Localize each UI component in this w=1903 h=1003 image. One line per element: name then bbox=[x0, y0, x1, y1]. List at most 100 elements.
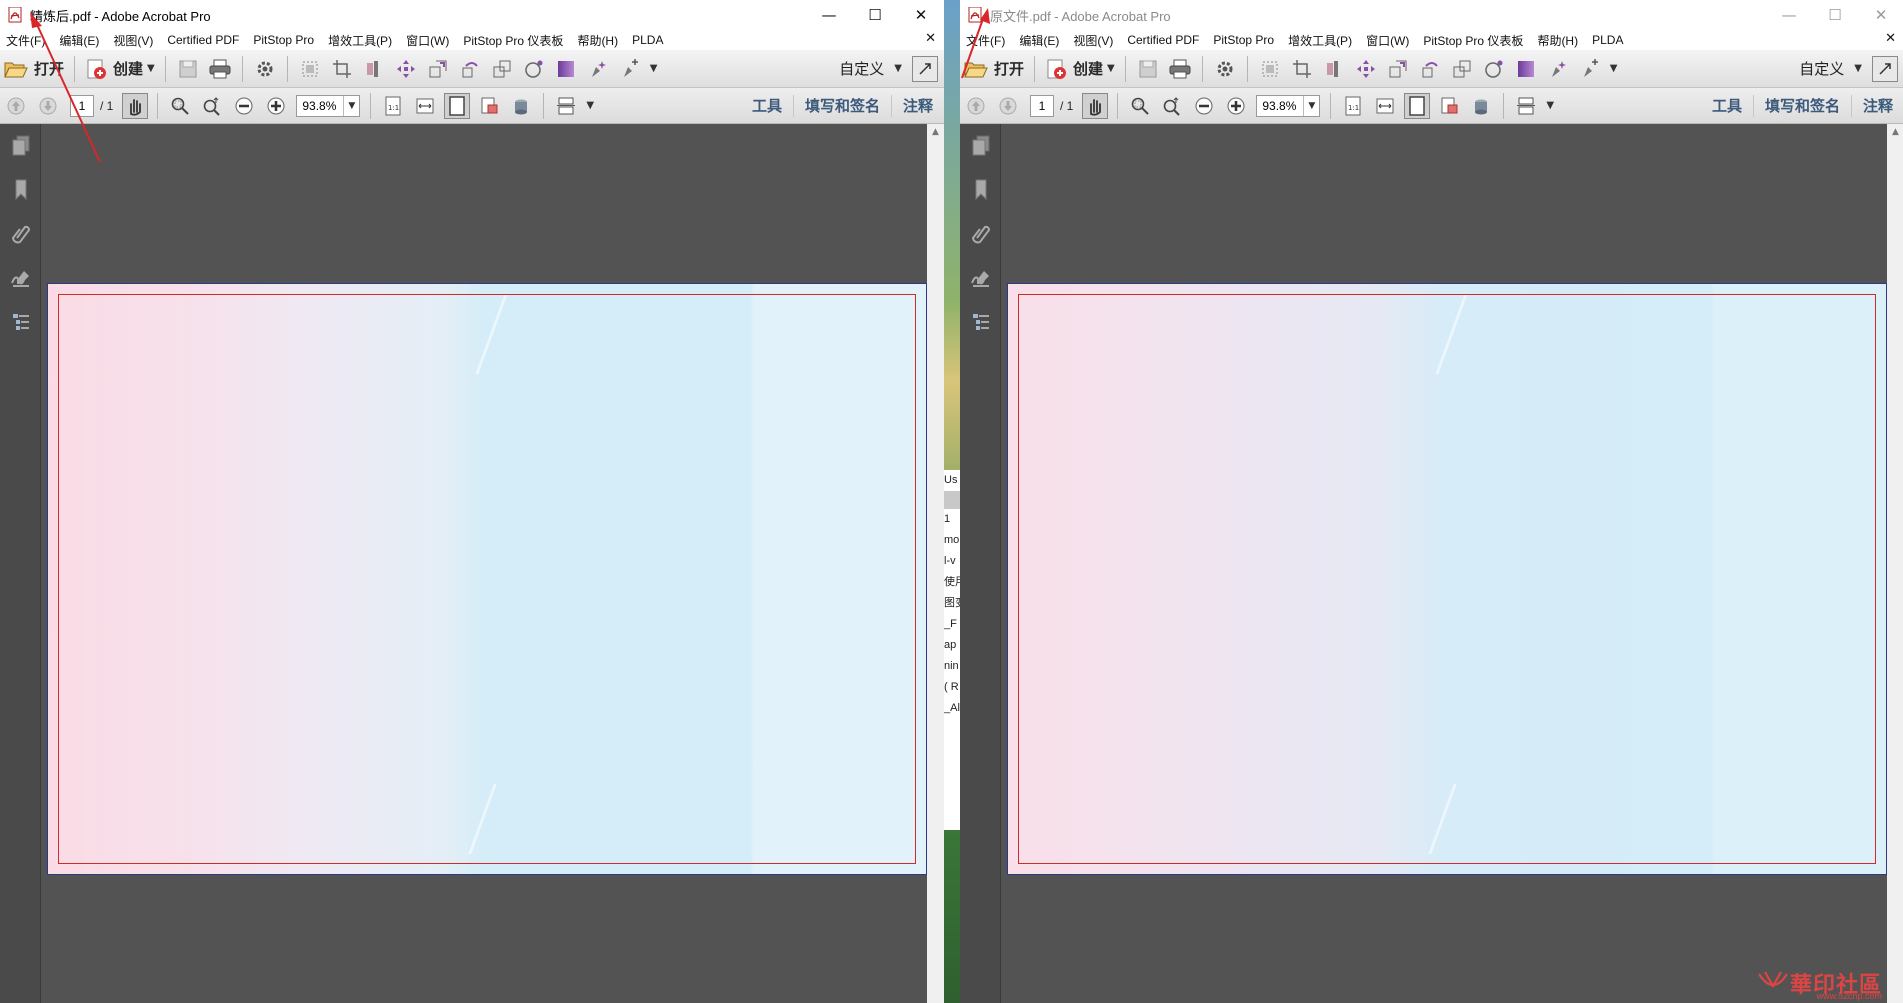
layers-icon[interactable] bbox=[1385, 56, 1411, 82]
minimize-button[interactable]: — bbox=[806, 0, 852, 30]
signatures-icon[interactable] bbox=[0, 256, 41, 300]
pen-tool-icon[interactable] bbox=[585, 56, 611, 82]
expand-view-icon[interactable] bbox=[1872, 55, 1898, 82]
move-object-icon[interactable] bbox=[393, 56, 419, 82]
menu-plugins[interactable]: 增效工具(P) bbox=[1281, 32, 1359, 49]
menu-pitstop-dashboard[interactable]: PitStop Pro 仪表板 bbox=[456, 32, 570, 49]
customize-dropdown[interactable]: 自定义 ▼ bbox=[1789, 58, 1872, 79]
minimize-button[interactable]: — bbox=[1766, 0, 1812, 30]
anchor-point-icon[interactable] bbox=[617, 56, 643, 82]
settings-gear-icon[interactable] bbox=[1212, 56, 1238, 82]
scroll-up-icon[interactable]: ▲ bbox=[1887, 124, 1903, 141]
page-display-icon[interactable] bbox=[1513, 93, 1539, 119]
pen-tool-icon[interactable] bbox=[1545, 56, 1571, 82]
menu-plda[interactable]: PLDA bbox=[625, 33, 670, 47]
tab-comment[interactable]: 注释 bbox=[890, 94, 944, 117]
zoom-in-icon[interactable] bbox=[263, 93, 289, 119]
scale-object-icon[interactable] bbox=[489, 56, 515, 82]
menu-pitstop-pro[interactable]: PitStop Pro bbox=[246, 33, 321, 47]
vertical-scrollbar[interactable]: ▲ bbox=[927, 124, 944, 1003]
tab-tools[interactable]: 工具 bbox=[741, 95, 793, 117]
vertical-scrollbar[interactable]: ▲ bbox=[1887, 124, 1903, 1003]
anchor-point-icon[interactable] bbox=[1577, 56, 1603, 82]
signatures-icon[interactable] bbox=[960, 256, 1001, 300]
hand-tool-icon[interactable] bbox=[1082, 92, 1109, 119]
tab-fill-sign[interactable]: 填写和签名 bbox=[792, 94, 891, 117]
hand-tool-icon[interactable] bbox=[122, 92, 149, 119]
output-preview-icon[interactable] bbox=[1436, 93, 1462, 119]
edit-text-icon[interactable] bbox=[1321, 56, 1347, 82]
select-object-icon[interactable] bbox=[1257, 56, 1283, 82]
tab-tools[interactable]: 工具 bbox=[1701, 95, 1753, 117]
close-window-button[interactable]: ✕ bbox=[1858, 0, 1903, 30]
actual-size-icon[interactable]: 1:1 bbox=[380, 93, 406, 119]
select-object-icon[interactable] bbox=[297, 56, 323, 82]
customize-dropdown[interactable]: 自定义 ▼ bbox=[829, 58, 912, 79]
next-page-icon[interactable] bbox=[995, 93, 1021, 119]
menu-certified-pdf[interactable]: Certified PDF bbox=[1120, 33, 1206, 47]
document-view[interactable] bbox=[1001, 124, 1903, 1003]
zoom-out-icon[interactable] bbox=[231, 93, 257, 119]
page-number-input[interactable]: 1 bbox=[1030, 94, 1054, 117]
next-page-icon[interactable] bbox=[35, 93, 61, 119]
zoom-out-icon[interactable] bbox=[1191, 93, 1217, 119]
content-panel-icon[interactable] bbox=[0, 300, 41, 344]
menu-edit[interactable]: 编辑(E) bbox=[1012, 32, 1066, 49]
menu-plda[interactable]: PLDA bbox=[1585, 33, 1630, 47]
edit-text-icon[interactable] bbox=[361, 56, 387, 82]
toolbar-overflow-icon[interactable]: ▼ bbox=[1546, 100, 1554, 111]
menu-help[interactable]: 帮助(H) bbox=[1530, 32, 1585, 49]
fit-width-icon[interactable] bbox=[1372, 93, 1398, 119]
tab-fill-sign[interactable]: 填写和签名 bbox=[1752, 94, 1851, 117]
fit-page-icon[interactable] bbox=[1404, 92, 1431, 119]
previous-page-icon[interactable] bbox=[963, 93, 989, 119]
toolbar-overflow-icon[interactable]: ▼ bbox=[650, 63, 658, 74]
close-document-icon[interactable]: ✕ bbox=[1885, 31, 1896, 46]
save-icon[interactable] bbox=[175, 56, 201, 82]
menu-pitstop-dashboard[interactable]: PitStop Pro 仪表板 bbox=[1416, 32, 1530, 49]
menu-certified-pdf[interactable]: Certified PDF bbox=[160, 33, 246, 47]
fit-width-icon[interactable] bbox=[412, 93, 438, 119]
shape-tool-icon[interactable] bbox=[521, 56, 547, 82]
expand-view-icon[interactable] bbox=[912, 55, 938, 82]
document-view[interactable] bbox=[41, 124, 944, 1003]
maximize-button[interactable]: ☐ bbox=[852, 0, 898, 30]
actual-size-icon[interactable]: 1:1 bbox=[1340, 93, 1366, 119]
dynamic-zoom-icon[interactable] bbox=[1159, 93, 1185, 119]
menu-view[interactable]: 视图(V) bbox=[106, 32, 160, 49]
menu-pitstop-pro[interactable]: PitStop Pro bbox=[1206, 33, 1281, 47]
content-panel-icon[interactable] bbox=[960, 300, 1001, 344]
toolbar-overflow-icon[interactable]: ▼ bbox=[586, 100, 594, 111]
create-button[interactable]: 创建 ▼ bbox=[1041, 55, 1119, 83]
open-button[interactable]: 打开 bbox=[0, 55, 68, 83]
open-button[interactable]: 打开 bbox=[960, 55, 1028, 83]
crop-tool-icon[interactable] bbox=[329, 56, 355, 82]
rotate-object-icon[interactable] bbox=[1417, 56, 1443, 82]
close-document-icon[interactable]: ✕ bbox=[925, 31, 936, 46]
print-icon[interactable] bbox=[207, 56, 233, 82]
bookmarks-icon[interactable] bbox=[960, 168, 1001, 212]
zoom-level-select[interactable]: 93.8% ▼ bbox=[296, 94, 361, 117]
previous-page-icon[interactable] bbox=[3, 93, 29, 119]
settings-gear-icon[interactable] bbox=[252, 56, 278, 82]
menu-window[interactable]: 窗口(W) bbox=[399, 32, 456, 49]
create-button[interactable]: 创建 ▼ bbox=[81, 55, 159, 83]
menu-file[interactable]: 文件(F) bbox=[960, 32, 1012, 49]
save-icon[interactable] bbox=[1135, 56, 1161, 82]
menu-edit[interactable]: 编辑(E) bbox=[52, 32, 106, 49]
tab-comment[interactable]: 注释 bbox=[1850, 94, 1903, 117]
menu-view[interactable]: 视图(V) bbox=[1066, 32, 1120, 49]
menu-help[interactable]: 帮助(H) bbox=[570, 32, 625, 49]
rotate-object-icon[interactable] bbox=[457, 56, 483, 82]
scale-object-icon[interactable] bbox=[1449, 56, 1475, 82]
page-thumbnails-icon[interactable] bbox=[0, 124, 41, 168]
layers-icon[interactable] bbox=[425, 56, 451, 82]
title-bar[interactable]: 精炼后.pdf - Adobe Acrobat Pro — ☐ ✕ bbox=[0, 0, 944, 30]
marquee-zoom-icon[interactable] bbox=[167, 93, 193, 119]
toolbar-overflow-icon[interactable]: ▼ bbox=[1610, 63, 1618, 74]
menu-plugins[interactable]: 增效工具(P) bbox=[321, 32, 399, 49]
color-swatch-icon[interactable] bbox=[553, 56, 579, 82]
output-preview-icon[interactable] bbox=[476, 93, 502, 119]
close-window-button[interactable]: ✕ bbox=[898, 0, 944, 30]
attachments-icon[interactable] bbox=[0, 212, 41, 256]
